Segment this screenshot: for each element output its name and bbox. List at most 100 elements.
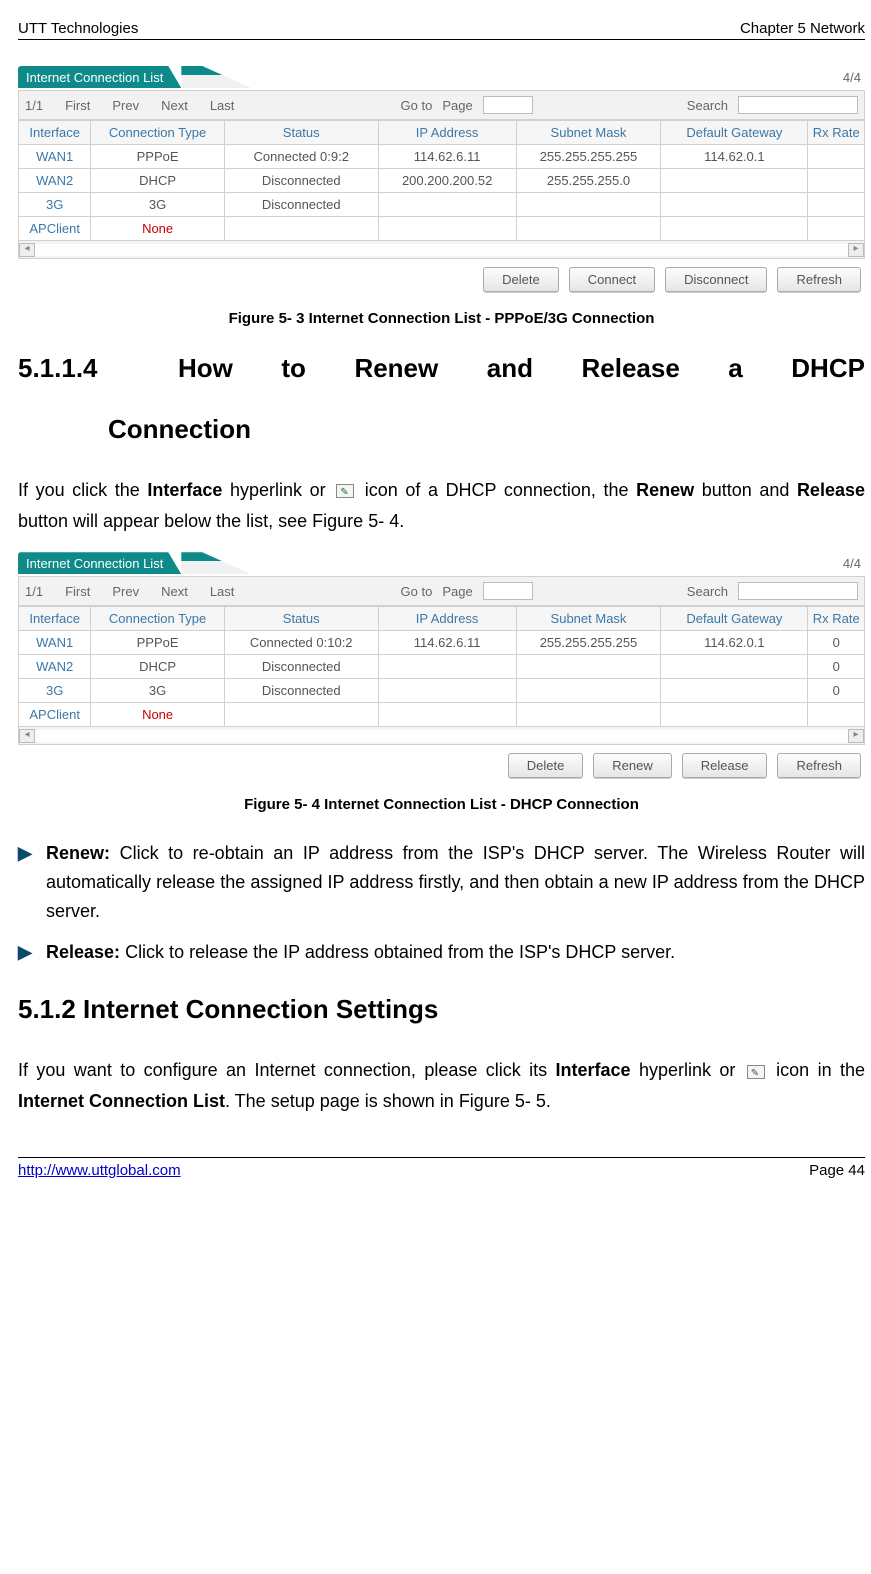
col-rx-rate[interactable]: Rx Rate [808, 121, 865, 145]
toolbar: 1/1 First Prev Next Last Go to Page Sear… [18, 90, 865, 120]
nav-first[interactable]: First [65, 98, 90, 113]
cell-default-gateway: 114.62.0.1 [661, 145, 808, 169]
scroll-left-icon[interactable]: ◂ [19, 243, 35, 257]
cell-interface[interactable]: WAN2 [19, 655, 91, 679]
col-interface[interactable]: Interface [19, 607, 91, 631]
connect-button[interactable]: Connect [569, 267, 655, 292]
nav-next[interactable]: Next [161, 98, 188, 113]
renew-button[interactable]: Renew [593, 753, 671, 778]
bullet-arrow-icon: ▶ [18, 938, 46, 967]
cell-connection-type: None [91, 217, 224, 241]
nav-last[interactable]: Last [210, 584, 235, 599]
list-title-tab: Internet Connection List [18, 66, 181, 88]
heading-5-1-1-4-line2: Connection [108, 414, 865, 445]
nav-first[interactable]: First [65, 584, 90, 599]
col-default-gateway[interactable]: Default Gateway [661, 607, 808, 631]
disconnect-button[interactable]: Disconnect [665, 267, 767, 292]
col-status[interactable]: Status [224, 121, 378, 145]
page-header: UTT Technologies Chapter 5 Network [18, 20, 865, 40]
cell-ip-address [378, 703, 516, 727]
cell-interface[interactable]: APClient [19, 703, 91, 727]
cell-connection-type: PPPoE [91, 631, 224, 655]
scroll-right-icon[interactable]: ▸ [848, 243, 864, 257]
cell-interface[interactable]: 3G [19, 679, 91, 703]
cell-default-gateway [661, 169, 808, 193]
cell-status: Disconnected [224, 679, 378, 703]
col-rx-rate[interactable]: Rx Rate [808, 607, 865, 631]
bullet-arrow-icon: ▶ [18, 839, 46, 925]
bullet-text: Release: Click to release the IP address… [46, 938, 865, 967]
table-row[interactable]: APClientNone [19, 217, 865, 241]
cell-default-gateway [661, 679, 808, 703]
pager-indicator: 1/1 [25, 584, 43, 599]
horizontal-scrollbar[interactable]: ◂ ▸ [18, 727, 865, 745]
cell-ip-address: 114.62.6.11 [378, 631, 516, 655]
heading-word: and [487, 353, 533, 384]
table-row[interactable]: 3G3GDisconnected0 [19, 679, 865, 703]
col-connection-type[interactable]: Connection Type [91, 607, 224, 631]
col-subnet-mask[interactable]: Subnet Mask [516, 607, 661, 631]
cell-subnet-mask: 255.255.255.255 [516, 145, 661, 169]
delete-button[interactable]: Delete [483, 267, 559, 292]
table-row[interactable]: WAN1PPPoEConnected 0:9:2114.62.6.11255.2… [19, 145, 865, 169]
table-row[interactable]: WAN1PPPoEConnected 0:10:2114.62.6.11255.… [19, 631, 865, 655]
col-ip-address[interactable]: IP Address [378, 121, 516, 145]
list-title-tab: Internet Connection List [18, 552, 181, 574]
page-input[interactable] [483, 96, 533, 114]
release-button[interactable]: Release [682, 753, 768, 778]
cell-rx-rate [808, 169, 865, 193]
cell-subnet-mask: 255.255.255.255 [516, 631, 661, 655]
scroll-left-icon[interactable]: ◂ [19, 729, 35, 743]
nav-last[interactable]: Last [210, 98, 235, 113]
delete-button[interactable]: Delete [508, 753, 584, 778]
scroll-track[interactable] [35, 730, 848, 742]
cell-interface[interactable]: WAN1 [19, 631, 91, 655]
table-row[interactable]: 3G3GDisconnected [19, 193, 865, 217]
goto-label: Go to [401, 584, 433, 599]
cell-interface[interactable]: APClient [19, 217, 91, 241]
col-status[interactable]: Status [224, 607, 378, 631]
cell-default-gateway [661, 193, 808, 217]
horizontal-scrollbar[interactable]: ◂ ▸ [18, 241, 865, 259]
table-row[interactable]: WAN2DHCPDisconnected200.200.200.52255.25… [19, 169, 865, 193]
nav-prev[interactable]: Prev [112, 98, 139, 113]
footer-url[interactable]: http://www.uttglobal.com [18, 1162, 181, 1179]
cell-rx-rate: 0 [808, 631, 865, 655]
table-row[interactable]: WAN2DHCPDisconnected0 [19, 655, 865, 679]
search-input[interactable] [738, 582, 858, 600]
page-input[interactable] [483, 582, 533, 600]
cell-default-gateway [661, 703, 808, 727]
edit-icon [747, 1065, 765, 1079]
scroll-track[interactable] [35, 244, 848, 256]
heading-5-1-1-4: 5.1.1.4 HowtoRenewandReleaseaDHCP [18, 353, 865, 384]
cell-interface[interactable]: 3G [19, 193, 91, 217]
cell-ip-address [378, 679, 516, 703]
nav-next[interactable]: Next [161, 584, 188, 599]
nav-prev[interactable]: Prev [112, 584, 139, 599]
col-connection-type[interactable]: Connection Type [91, 121, 224, 145]
figure-5-4: Internet Connection List 4/4 1/1 First P… [18, 550, 865, 813]
refresh-button[interactable]: Refresh [777, 753, 861, 778]
cell-connection-type: DHCP [91, 169, 224, 193]
cell-status: Disconnected [224, 193, 378, 217]
col-default-gateway[interactable]: Default Gateway [661, 121, 808, 145]
scroll-right-icon[interactable]: ▸ [848, 729, 864, 743]
cell-interface[interactable]: WAN2 [19, 169, 91, 193]
cell-rx-rate [808, 145, 865, 169]
cell-interface[interactable]: WAN1 [19, 145, 91, 169]
cell-status: Disconnected [224, 169, 378, 193]
header-left: UTT Technologies [18, 20, 138, 37]
col-interface[interactable]: Interface [19, 121, 91, 145]
cell-status [224, 217, 378, 241]
cell-connection-type: 3G [91, 679, 224, 703]
heading-5-1-2: 5.1.2 Internet Connection Settings [18, 994, 865, 1025]
cell-connection-type: 3G [91, 193, 224, 217]
col-subnet-mask[interactable]: Subnet Mask [516, 121, 661, 145]
figure-5-3-caption: Figure 5- 3 Internet Connection List - P… [18, 310, 865, 327]
figure-5-4-caption: Figure 5- 4 Internet Connection List - D… [18, 796, 865, 813]
col-ip-address[interactable]: IP Address [378, 607, 516, 631]
search-input[interactable] [738, 96, 858, 114]
table-row[interactable]: APClientNone [19, 703, 865, 727]
cell-ip-address [378, 217, 516, 241]
refresh-button[interactable]: Refresh [777, 267, 861, 292]
